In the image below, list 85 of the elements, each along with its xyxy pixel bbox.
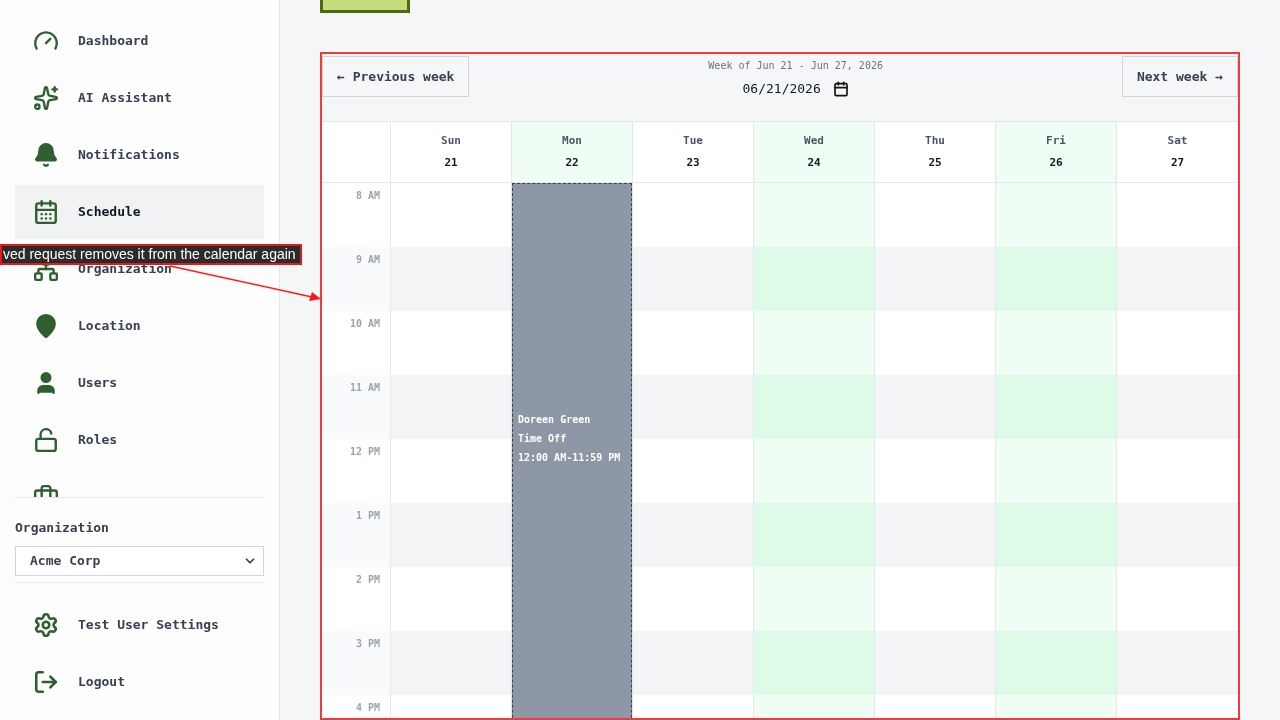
day-name: Thu bbox=[925, 132, 945, 149]
time-slot[interactable] bbox=[996, 503, 1116, 567]
organization-label: Organization bbox=[15, 519, 110, 537]
nav-item[interactable]: Dashboard bbox=[78, 34, 149, 48]
nav-item[interactable]: Test User Settings bbox=[15, 596, 264, 654]
time-slot[interactable] bbox=[754, 311, 874, 375]
time-slot[interactable] bbox=[754, 567, 874, 631]
time-slot[interactable] bbox=[875, 631, 995, 695]
hour-label: 12 PM bbox=[349, 445, 380, 459]
time-slot[interactable] bbox=[754, 247, 874, 311]
day-name: Sat bbox=[1167, 132, 1188, 149]
nav-label: Schedule bbox=[78, 205, 141, 219]
logout-icon bbox=[33, 669, 59, 695]
day-date: 25 bbox=[928, 155, 942, 171]
day-date: 23 bbox=[686, 155, 700, 171]
time-slot[interactable] bbox=[754, 439, 874, 503]
time-slot[interactable] bbox=[1117, 375, 1238, 439]
nav-item[interactable]: Organization bbox=[78, 262, 172, 276]
hour-label: 2 PM bbox=[355, 573, 380, 587]
time-slot[interactable] bbox=[875, 503, 995, 567]
hour-label: 4 PM bbox=[355, 701, 380, 715]
time-slot[interactable] bbox=[875, 247, 995, 311]
time-slot[interactable] bbox=[996, 631, 1116, 695]
day-date: 24 bbox=[807, 155, 821, 171]
top-button[interactable] bbox=[320, 0, 410, 13]
day-name: Sun bbox=[441, 132, 461, 149]
nav-item[interactable]: Notifications bbox=[78, 148, 180, 162]
time-slot[interactable] bbox=[754, 183, 874, 247]
time-slot[interactable] bbox=[996, 439, 1116, 503]
nav-item[interactable]: Location bbox=[78, 319, 141, 333]
time-slot[interactable] bbox=[391, 631, 511, 695]
time-slot[interactable] bbox=[633, 247, 753, 311]
time-slot[interactable] bbox=[1117, 631, 1238, 695]
bell-icon bbox=[33, 142, 59, 168]
week-label: Week of Jun 21 - Jun 27, 2026 bbox=[708, 59, 883, 73]
date-field[interactable]: 06/21/2026 bbox=[742, 79, 849, 99]
time-slot[interactable] bbox=[391, 375, 511, 439]
time-slot[interactable] bbox=[391, 503, 511, 567]
calendar-icon bbox=[33, 199, 59, 225]
hour-label: 8 AM bbox=[355, 189, 380, 203]
time-slot[interactable] bbox=[996, 375, 1116, 439]
organization-select[interactable]: Acme Corp bbox=[15, 545, 264, 576]
nav-item[interactable]: Roles bbox=[78, 433, 118, 447]
day-date: 26 bbox=[1049, 155, 1063, 171]
time-slot[interactable] bbox=[996, 311, 1116, 375]
unlock-icon bbox=[33, 427, 59, 453]
day-name: Mon bbox=[562, 132, 582, 149]
nav-item[interactable]: Users bbox=[78, 376, 118, 390]
time-slot[interactable] bbox=[875, 375, 995, 439]
time-slot[interactable] bbox=[996, 247, 1116, 311]
day-date: 21 bbox=[444, 155, 458, 171]
annotation-callout: ved request removes it from the calendar again bbox=[0, 244, 302, 265]
time-slot[interactable] bbox=[754, 631, 874, 695]
nav-item[interactable]: Logout bbox=[15, 653, 264, 711]
hour-label: 1 PM bbox=[355, 509, 380, 523]
map-pin-icon bbox=[33, 313, 59, 339]
time-slot[interactable] bbox=[633, 503, 753, 567]
sparkle-icon bbox=[33, 85, 59, 111]
calendar-icon bbox=[832, 80, 849, 97]
event-name: Doreen Green bbox=[518, 413, 592, 427]
time-slot[interactable] bbox=[996, 183, 1116, 247]
hour-label: 10 AM bbox=[349, 317, 380, 331]
next-week-button[interactable]: Next week → bbox=[1121, 56, 1238, 97]
hour-label: 3 PM bbox=[355, 637, 380, 651]
time-slot[interactable] bbox=[1117, 247, 1238, 311]
time-slot[interactable] bbox=[996, 567, 1116, 631]
day-date: 22 bbox=[565, 155, 579, 171]
nav-item[interactable]: AI Assistant bbox=[78, 91, 172, 105]
time-slot[interactable] bbox=[391, 247, 511, 311]
hour-label: 9 AM bbox=[355, 253, 380, 267]
time-slot[interactable] bbox=[1117, 503, 1238, 567]
previous-week-button[interactable]: ← Previous week bbox=[322, 56, 470, 97]
nav-item[interactable]: Schedule bbox=[15, 185, 264, 239]
event-type: Time Off bbox=[518, 432, 568, 446]
day-name: Fri bbox=[1046, 132, 1066, 149]
day-name: Tue bbox=[683, 132, 703, 149]
event-time: 12:00 AM-11:59 PM bbox=[518, 451, 622, 465]
day-name: Wed bbox=[804, 132, 824, 149]
time-slot[interactable] bbox=[633, 375, 753, 439]
time-slot[interactable] bbox=[633, 631, 753, 695]
time-slot[interactable] bbox=[754, 375, 874, 439]
day-date: 27 bbox=[1170, 155, 1185, 171]
hour-label: 11 AM bbox=[349, 381, 380, 395]
settings-icon bbox=[33, 612, 59, 638]
time-slot[interactable] bbox=[754, 503, 874, 567]
